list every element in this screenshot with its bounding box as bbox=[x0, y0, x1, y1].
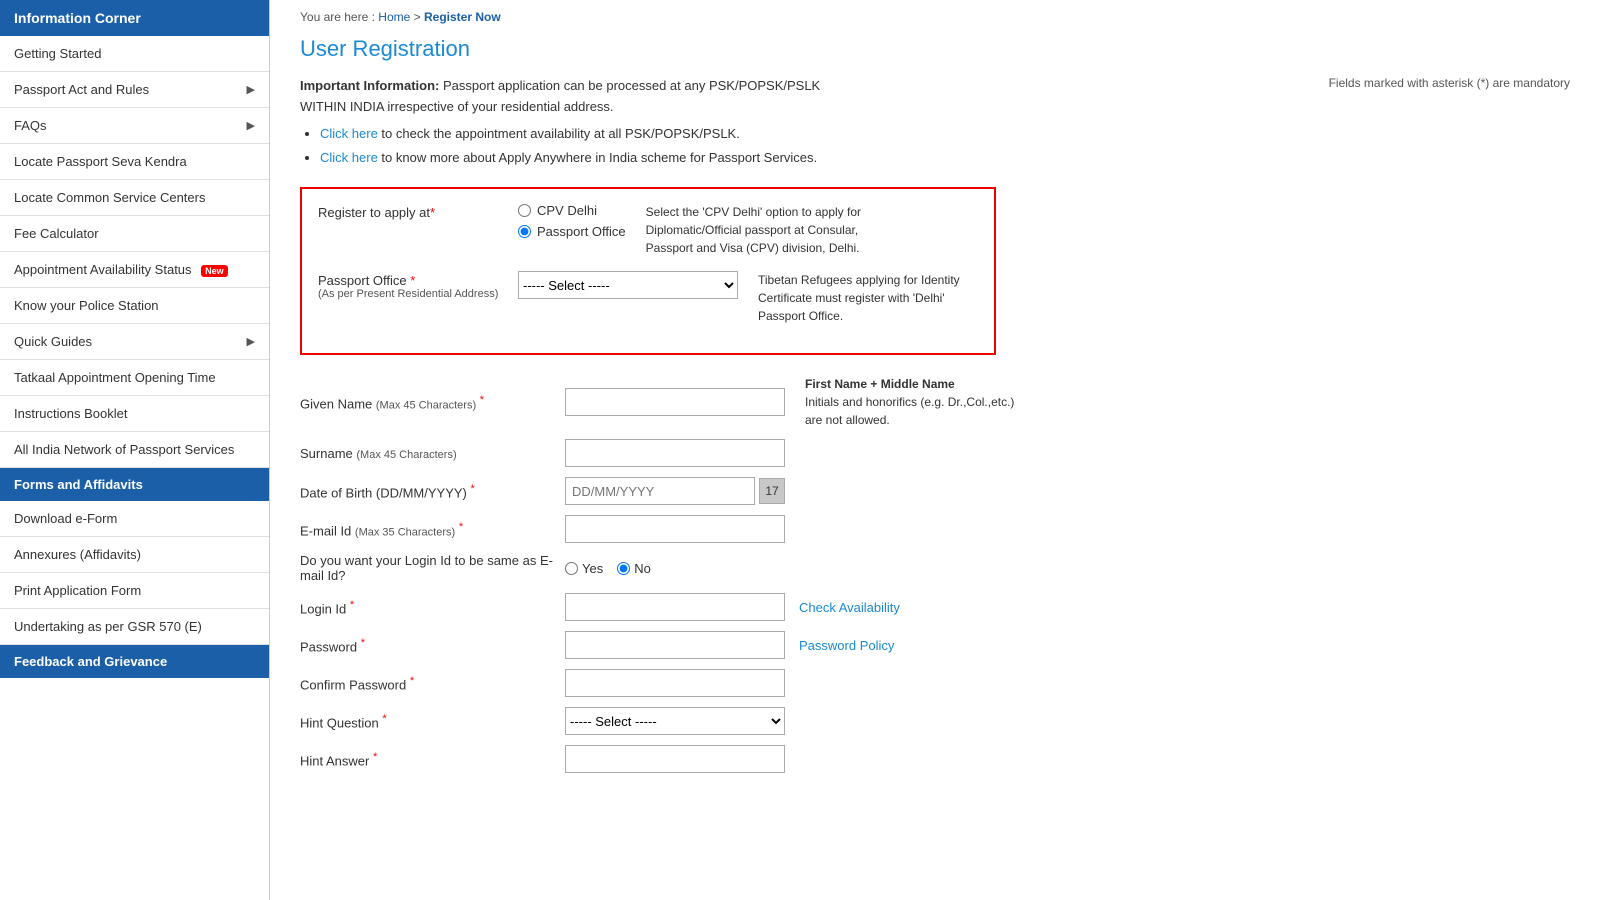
passport-office-row: Passport Office * (As per Present Reside… bbox=[318, 271, 978, 325]
radio-passport-office[interactable]: Passport Office bbox=[518, 224, 626, 239]
radio-no-input[interactable] bbox=[617, 562, 630, 575]
radio-no-label[interactable]: No bbox=[617, 561, 651, 576]
sidebar-item-all-india-network[interactable]: All India Network of Passport Services bbox=[0, 432, 269, 468]
new-badge: New bbox=[201, 265, 228, 277]
page-title: User Registration bbox=[300, 36, 1570, 62]
sidebar-item-undertaking[interactable]: Undertaking as per GSR 570 (E) bbox=[0, 609, 269, 645]
sidebar-item-appointment-status[interactable]: Appointment Availability Status New bbox=[0, 252, 269, 288]
hint-answer-row: Hint Answer * bbox=[300, 745, 1570, 773]
radio-yes-input[interactable] bbox=[565, 562, 578, 575]
sidebar-item-passport-act[interactable]: Passport Act and Rules ▶ bbox=[0, 72, 269, 108]
given-name-hint: First Name + Middle Name Initials and ho… bbox=[805, 375, 1025, 429]
sidebar-item-police-station[interactable]: Know your Police Station bbox=[0, 288, 269, 324]
sidebar-item-locate-csc[interactable]: Locate Common Service Centers bbox=[0, 180, 269, 216]
info-block: Important Information: Passport applicat… bbox=[300, 76, 1570, 173]
password-policy-link[interactable]: Password Policy bbox=[799, 638, 894, 653]
confirm-password-label: Confirm Password * bbox=[300, 675, 565, 692]
password-input[interactable] bbox=[565, 631, 785, 659]
important-label: Important Information: bbox=[300, 78, 439, 93]
chevron-right-icon: ▶ bbox=[247, 335, 255, 348]
password-row: Password * Password Policy bbox=[300, 631, 1570, 659]
hint-question-label: Hint Question * bbox=[300, 713, 565, 730]
sidebar-item-instructions[interactable]: Instructions Booklet bbox=[0, 396, 269, 432]
given-name-label: Given Name (Max 45 Characters) * bbox=[300, 394, 565, 411]
login-id-label: Login Id * bbox=[300, 599, 565, 616]
sidebar-item-annexures[interactable]: Annexures (Affidavits) bbox=[0, 537, 269, 573]
sidebar-section-feedback: Feedback and Grievance bbox=[0, 645, 269, 678]
passport-office-label: Passport Office * (As per Present Reside… bbox=[318, 271, 518, 300]
click-links: Click here to check the appointment avai… bbox=[300, 124, 860, 170]
hint-question-row: Hint Question * ----- Select ----- bbox=[300, 707, 1570, 735]
hint-question-select[interactable]: ----- Select ----- bbox=[565, 707, 785, 735]
login-same-row: Do you want your Login Id to be same as … bbox=[300, 553, 1570, 583]
sidebar: Information Corner Getting Started Passp… bbox=[0, 0, 270, 900]
email-label: E-mail Id (Max 35 Characters) * bbox=[300, 521, 565, 538]
click-link-2[interactable]: Click here bbox=[320, 150, 378, 165]
radio-yes-label[interactable]: Yes bbox=[565, 561, 603, 576]
register-at-hint: Select the 'CPV Delhi' option to apply f… bbox=[646, 203, 866, 257]
main-content: You are here : Home > Register Now User … bbox=[270, 0, 1600, 900]
surname-label: Surname (Max 45 Characters) bbox=[300, 446, 565, 461]
confirm-password-input[interactable] bbox=[565, 669, 785, 697]
sidebar-item-getting-started[interactable]: Getting Started bbox=[0, 36, 269, 72]
surname-input[interactable] bbox=[565, 439, 785, 467]
dob-wrapper: 17 bbox=[565, 477, 785, 505]
sidebar-item-quick-guides[interactable]: Quick Guides ▶ bbox=[0, 324, 269, 360]
passport-office-hint: Tibetan Refugees applying for Identity C… bbox=[758, 271, 978, 325]
breadcrumb: You are here : Home > Register Now bbox=[300, 10, 1570, 24]
calendar-icon[interactable]: 17 bbox=[759, 478, 785, 504]
password-label: Password * bbox=[300, 637, 565, 654]
dob-row: Date of Birth (DD/MM/YYYY) * 17 bbox=[300, 477, 1570, 505]
hint-answer-label: Hint Answer * bbox=[300, 751, 565, 768]
chevron-right-icon: ▶ bbox=[247, 119, 255, 132]
sidebar-header: Information Corner bbox=[0, 0, 269, 36]
register-at-row: Register to apply at* CPV Delhi Passport… bbox=[318, 203, 978, 257]
radio-cpv-delhi-input[interactable] bbox=[518, 204, 531, 217]
click-link-2-rest: to know more about Apply Anywhere in Ind… bbox=[381, 150, 817, 165]
login-same-label: Do you want your Login Id to be same as … bbox=[300, 553, 565, 583]
breadcrumb-current: Register Now bbox=[424, 10, 501, 24]
sidebar-item-locate-psk[interactable]: Locate Passport Seva Kendra bbox=[0, 144, 269, 180]
sidebar-item-faqs[interactable]: FAQs ▶ bbox=[0, 108, 269, 144]
radio-passport-office-input[interactable] bbox=[518, 225, 531, 238]
check-availability-link[interactable]: Check Availability bbox=[799, 600, 900, 615]
radio-cpv-delhi[interactable]: CPV Delhi bbox=[518, 203, 626, 218]
email-input[interactable] bbox=[565, 515, 785, 543]
sidebar-item-print-form[interactable]: Print Application Form bbox=[0, 573, 269, 609]
click-link-1[interactable]: Click here bbox=[320, 126, 378, 141]
login-id-row: Login Id * Check Availability bbox=[300, 593, 1570, 621]
surname-row: Surname (Max 45 Characters) bbox=[300, 439, 1570, 467]
hint-answer-input[interactable] bbox=[565, 745, 785, 773]
given-name-input[interactable] bbox=[565, 388, 785, 416]
breadcrumb-home[interactable]: Home bbox=[378, 10, 410, 24]
info-text: Important Information: Passport applicat… bbox=[300, 76, 860, 173]
sidebar-item-tatkaal[interactable]: Tatkaal Appointment Opening Time bbox=[0, 360, 269, 396]
register-at-options: CPV Delhi Passport Office bbox=[518, 203, 626, 239]
login-id-input[interactable] bbox=[565, 593, 785, 621]
sidebar-item-fee-calculator[interactable]: Fee Calculator bbox=[0, 216, 269, 252]
passport-office-select[interactable]: ----- Select ----- bbox=[518, 271, 738, 299]
email-row: E-mail Id (Max 35 Characters) * bbox=[300, 515, 1570, 543]
click-link-1-rest: to check the appointment availability at… bbox=[381, 126, 739, 141]
dob-label: Date of Birth (DD/MM/YYYY) * bbox=[300, 483, 565, 500]
dob-input[interactable] bbox=[565, 477, 755, 505]
form-section: Given Name (Max 45 Characters) * First N… bbox=[300, 375, 1570, 773]
given-name-row: Given Name (Max 45 Characters) * First N… bbox=[300, 375, 1570, 429]
confirm-password-row: Confirm Password * bbox=[300, 669, 1570, 697]
register-box: Register to apply at* CPV Delhi Passport… bbox=[300, 187, 996, 355]
sidebar-item-download-eform[interactable]: Download e-Form bbox=[0, 501, 269, 537]
sidebar-section-forms: Forms and Affidavits bbox=[0, 468, 269, 501]
chevron-right-icon: ▶ bbox=[247, 83, 255, 96]
mandatory-note: Fields marked with asterisk (*) are mand… bbox=[1329, 76, 1570, 90]
login-same-options: Yes No bbox=[565, 561, 651, 576]
register-at-label: Register to apply at* bbox=[318, 203, 518, 220]
